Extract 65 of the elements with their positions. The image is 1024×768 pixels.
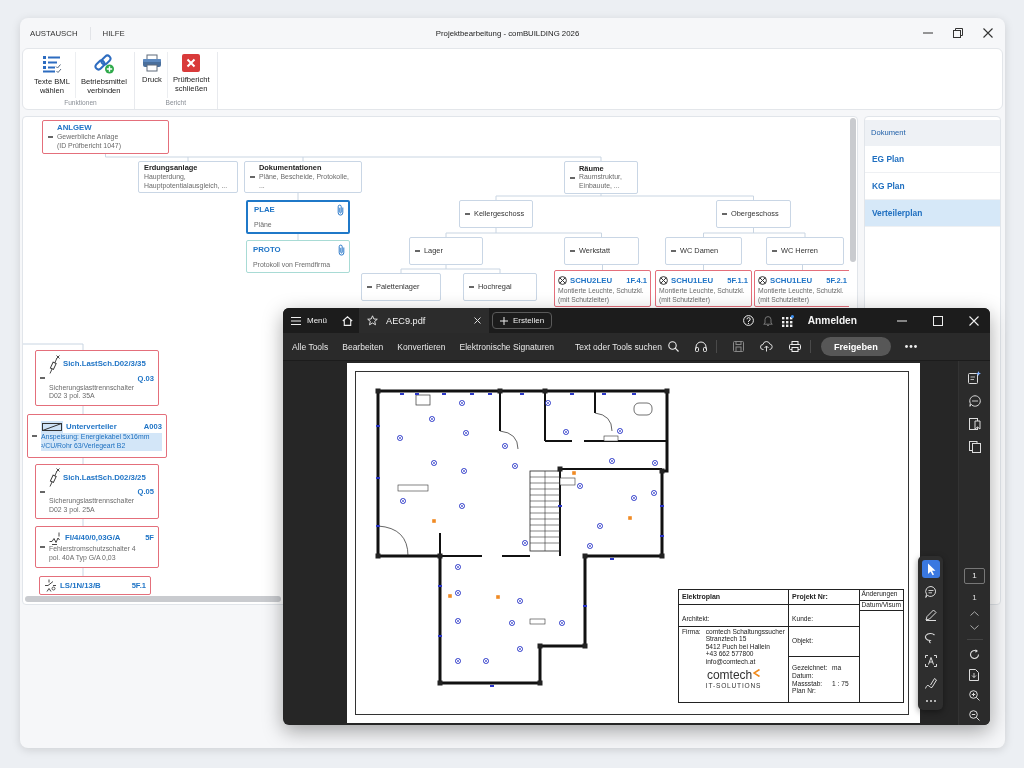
save-icon[interactable]	[732, 341, 744, 352]
create-button[interactable]: Erstellen	[492, 312, 553, 329]
cursor-icon[interactable]	[921, 560, 940, 578]
logo-wordmark: comtech	[706, 668, 753, 681]
chevron-mark-icon	[753, 668, 761, 677]
fuse-icon	[49, 468, 60, 488]
pages-icon[interactable]	[968, 441, 981, 453]
more-icon[interactable]	[904, 345, 917, 348]
share-button[interactable]: Freigeben	[820, 337, 891, 356]
connector-line	[802, 264, 803, 271]
search-button[interactable]: Text oder Tools suchen	[575, 341, 679, 352]
star-icon[interactable]	[367, 315, 378, 326]
headphones-icon[interactable]	[694, 341, 707, 352]
sparkle-document-icon[interactable]	[968, 371, 981, 384]
menu-icon	[291, 316, 301, 325]
toolbar-item[interactable]: Bearbeiten	[342, 341, 384, 352]
toolbar-item[interactable]: Konvertieren	[397, 341, 446, 352]
lamp-icon	[558, 276, 567, 286]
chevron-up-icon[interactable]	[970, 611, 979, 616]
connector-line	[703, 264, 704, 271]
connector-line	[602, 264, 603, 271]
checklist-icon	[41, 54, 62, 74]
cloud-upload-icon[interactable]	[759, 341, 773, 352]
collapse-icon[interactable]	[570, 176, 575, 179]
maximize-icon[interactable]	[933, 315, 943, 326]
close-icon	[182, 54, 201, 72]
lamp-icon	[659, 276, 668, 286]
page-count: 1	[972, 593, 977, 602]
fuse-icon	[49, 354, 60, 374]
rotate-icon[interactable]	[969, 649, 980, 660]
bookmark-icon[interactable]	[968, 418, 981, 430]
collapse-icon[interactable]	[40, 490, 45, 493]
document-item[interactable]: EG Plan	[865, 146, 1000, 173]
bell-icon[interactable]	[762, 315, 773, 326]
paperclip-icon[interactable]	[337, 204, 344, 217]
toolbar-item[interactable]: Alle Tools	[292, 341, 329, 352]
home-icon[interactable]	[342, 315, 353, 326]
scrollbar-thumb[interactable]	[850, 118, 856, 262]
print-icon[interactable]	[788, 341, 801, 352]
comment-icon[interactable]	[968, 395, 981, 407]
distribution-board-icon	[41, 421, 63, 434]
zoom-out-icon[interactable]	[969, 710, 980, 721]
page-number-field[interactable]: 1	[964, 568, 985, 584]
breaker-symbol-icon	[44, 579, 57, 592]
document-arrow-icon[interactable]	[969, 669, 980, 681]
menu-button[interactable]: Menü	[291, 316, 327, 325]
chevron-down-icon[interactable]	[970, 625, 979, 630]
search-icon	[667, 341, 679, 352]
scrollbar-thumb[interactable]	[25, 596, 281, 602]
lamp-icon	[758, 276, 767, 286]
document-item[interactable]: Verteilerplan	[865, 200, 1000, 227]
connector-line	[23, 343, 84, 351]
paperclip-icon[interactable]	[338, 243, 345, 256]
help-icon[interactable]	[742, 315, 754, 326]
apps-icon[interactable]	[781, 314, 794, 327]
plus-icon	[500, 316, 508, 325]
switch-symbol-icon	[49, 531, 62, 545]
close-icon[interactable]	[983, 28, 993, 38]
toolbar-item[interactable]: Elektronische Signaturen	[459, 341, 555, 352]
sign-in-button[interactable]: Anmelden	[807, 315, 857, 326]
printer-icon	[141, 54, 162, 72]
zoom-in-icon[interactable]	[969, 690, 980, 701]
document-tab[interactable]: AEC9.pdf	[359, 308, 489, 333]
restore-icon[interactable]	[953, 28, 963, 38]
link-plus-icon	[92, 54, 115, 74]
